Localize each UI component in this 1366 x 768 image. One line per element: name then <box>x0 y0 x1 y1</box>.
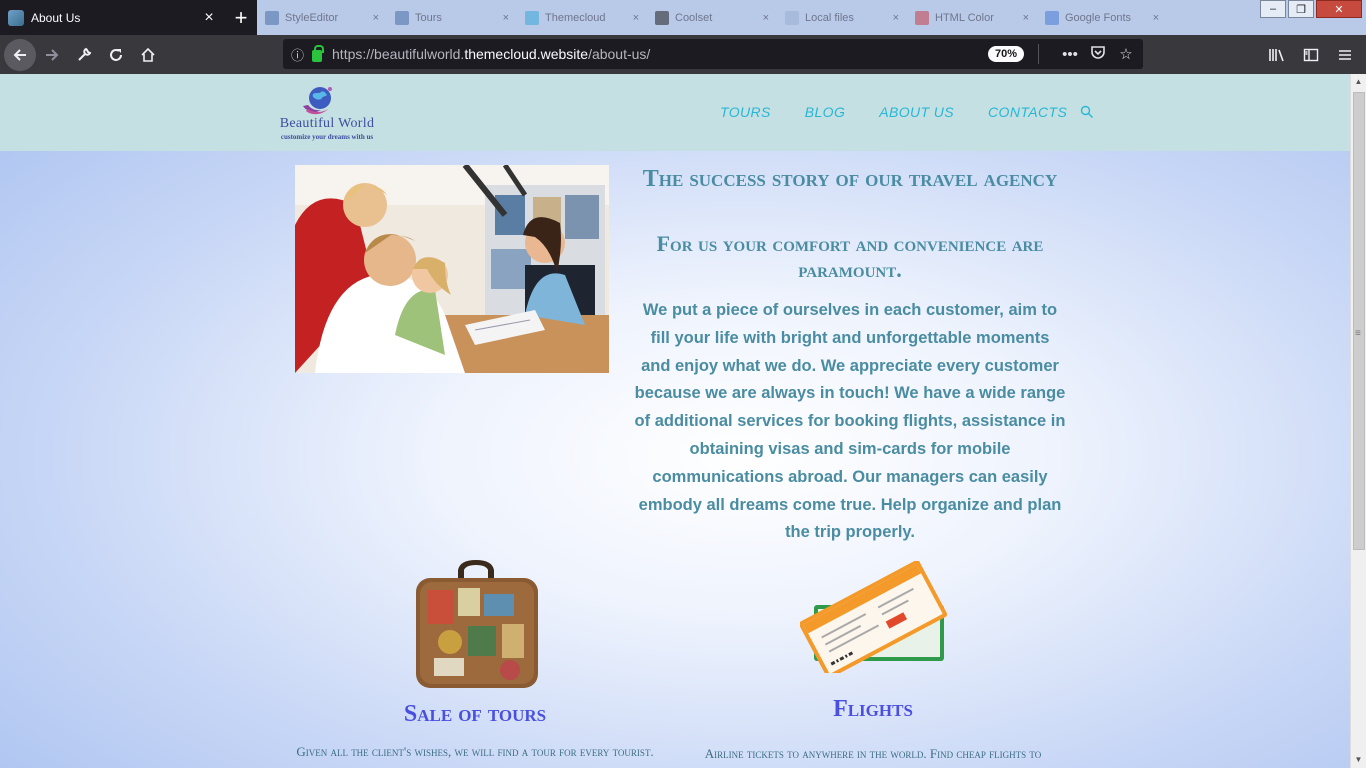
feature-text-flights: Airline tickets to anywhere in the world… <box>704 746 1042 761</box>
globe-logo-icon <box>303 87 332 115</box>
scroll-up-icon[interactable]: ▲ <box>1351 74 1366 90</box>
tab-title: About Us <box>31 10 81 25</box>
scrollbar-thumb[interactable] <box>1353 92 1365 550</box>
story-heading: The success story of our travel agency <box>642 166 1058 192</box>
scroll-down-icon[interactable]: ▼ <box>1351 752 1366 768</box>
menu-item-about-us[interactable]: ABOUT US <box>879 104 954 120</box>
close-window-button[interactable]: ✕ <box>1316 0 1362 18</box>
background-tab[interactable]: Local files × <box>777 0 907 35</box>
feature-text-tours: Given all the client's wishes, we will f… <box>296 744 654 759</box>
tab-favicon <box>785 10 799 25</box>
tab-strip: About Us × + StyleEditor × Tours × Themeclou… <box>0 0 1366 35</box>
menu-item-contacts[interactable]: CONTACTS <box>988 104 1067 120</box>
tab-close-icon[interactable]: × <box>893 12 899 24</box>
maximize-button[interactable]: ❐ <box>1288 0 1314 18</box>
background-tab-title: HTML Color <box>935 11 994 24</box>
logo-brand: Beautiful World <box>279 116 375 131</box>
background-tab[interactable]: Google Fonts × <box>1037 0 1167 35</box>
page-scrollbar[interactable]: ▲ ▼ <box>1350 74 1366 768</box>
tab-close-icon[interactable]: × <box>1023 12 1029 24</box>
tab-close-icon[interactable]: × <box>373 12 379 24</box>
toolbar-right <box>1262 39 1360 71</box>
tab-close-icon[interactable]: × <box>633 12 639 24</box>
tab-close-icon[interactable]: × <box>1153 12 1159 24</box>
home-icon[interactable] <box>132 39 164 71</box>
url-domain: themecloud.website <box>464 46 589 62</box>
url-separator <box>1038 44 1039 64</box>
tab-close-icon[interactable]: × <box>503 12 509 24</box>
forward-arrow-icon[interactable] <box>36 39 68 71</box>
feature-title-tours: Sale of tours <box>403 701 547 727</box>
lock-icon[interactable] <box>312 45 325 62</box>
zoom-indicator[interactable]: 70% <box>987 46 1024 62</box>
back-arrow-icon[interactable] <box>4 38 36 71</box>
window-controls: – ❐ ✕ <box>1260 0 1362 18</box>
navigation-toolbar: ⓘ https://beautifulworld.themecloud.webs… <box>0 35 1366 74</box>
suitcase-icon <box>416 560 538 688</box>
main-menu: TOURS BLOG ABOUT US CONTACTS <box>720 104 1067 120</box>
background-tab[interactable]: Coolset × <box>647 0 777 35</box>
background-tab-title: StyleEditor <box>285 11 339 24</box>
address-bar[interactable]: ⓘ https://beautifulworld.themecloud.webs… <box>283 39 1143 69</box>
tab-favicon <box>265 10 279 25</box>
pocket-icon[interactable] <box>1089 44 1107 64</box>
star-icon[interactable]: ☆ <box>1117 45 1135 63</box>
tab-favicon <box>915 10 929 25</box>
minimize-button[interactable]: – <box>1260 0 1286 18</box>
tab-close-icon[interactable]: × <box>201 9 217 27</box>
background-tab[interactable]: StyleEditor × <box>257 0 387 35</box>
background-tab-title: Themecloud <box>545 11 606 24</box>
comfort-heading: For us your comfort and convenience are … <box>656 231 1044 282</box>
url-prefix: https://beautifulworld. <box>332 46 465 62</box>
tab-about-us[interactable]: About Us × <box>0 0 225 35</box>
hamburger-icon[interactable] <box>1330 39 1360 71</box>
new-tab-button[interactable]: + <box>225 0 257 35</box>
tab-favicon <box>395 10 409 25</box>
background-tab[interactable]: Tours × <box>387 0 517 35</box>
travel-agency-photo <box>295 165 609 373</box>
reload-icon[interactable] <box>100 39 132 71</box>
menu-item-tours[interactable]: TOURS <box>720 104 771 120</box>
background-tab[interactable]: Themecloud × <box>517 0 647 35</box>
library-icon[interactable] <box>1262 39 1292 71</box>
url-text[interactable]: https://beautifulworld.themecloud.websit… <box>332 46 988 62</box>
tab-close-icon[interactable]: × <box>763 12 769 24</box>
feature-title-flights: Flights <box>833 696 913 722</box>
site-favicon <box>8 9 24 26</box>
background-tab-title: Local files <box>805 11 854 24</box>
tab-favicon <box>655 10 669 25</box>
background-tabs: StyleEditor × Tours × Themecloud × Coolset × Loc… <box>257 0 1366 35</box>
background-tab-title: Tours <box>415 11 442 24</box>
info-icon[interactable]: ⓘ <box>291 45 304 64</box>
tab-favicon <box>525 10 539 25</box>
page-viewport: Beautiful World customize your dreams wi… <box>0 74 1350 768</box>
about-paragraph: We put a piece of ourselves in each cust… <box>634 301 1066 542</box>
tab-favicon <box>1045 10 1059 25</box>
flight-ticket-icon <box>800 561 948 673</box>
search-icon[interactable] <box>1080 105 1094 119</box>
site-logo[interactable]: Beautiful World customize your dreams wi… <box>262 82 392 144</box>
wrench-icon[interactable] <box>68 39 100 71</box>
sidebar-icon[interactable] <box>1296 39 1326 71</box>
background-tab-title: Google Fonts <box>1065 11 1132 24</box>
background-tab-title: Coolset <box>675 11 713 24</box>
ellipsis-icon[interactable]: ••• <box>1061 46 1079 63</box>
logo-tagline: customize your dreams with us <box>280 133 374 141</box>
url-path: /about-us/ <box>588 46 651 62</box>
site-header: Beautiful World customize your dreams wi… <box>0 74 1350 151</box>
background-tab[interactable]: HTML Color × <box>907 0 1037 35</box>
menu-item-blog[interactable]: BLOG <box>805 104 846 120</box>
